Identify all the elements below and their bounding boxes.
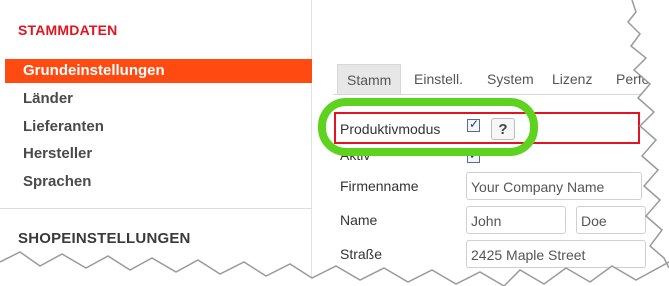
strasse-input[interactable]: 2425 Maple Street bbox=[466, 240, 646, 268]
tab-system[interactable]: System bbox=[487, 64, 534, 94]
tab-stamm[interactable]: Stamm bbox=[337, 64, 402, 95]
tab-lizenz[interactable]: Lizenz bbox=[552, 64, 592, 94]
sidebar-item-lieferanten[interactable]: Lieferanten bbox=[23, 116, 104, 138]
sidebar-item-laender[interactable]: Länder bbox=[23, 88, 73, 110]
section-title-stammdaten: STAMMDATEN bbox=[18, 22, 118, 38]
sidebar-item-label[interactable]: Grundeinstellungen bbox=[23, 60, 165, 82]
last-name-input[interactable]: Doe bbox=[576, 206, 646, 234]
sidebar-item-sprachen[interactable]: Sprachen bbox=[23, 171, 91, 193]
section-title-shopeinstellungen[interactable]: SHOPEINSTELLUNGEN bbox=[18, 230, 191, 247]
firmenname-input[interactable]: Your Company Name bbox=[466, 172, 642, 200]
strasse-label: Straße bbox=[340, 246, 383, 262]
annotation-green-highlight bbox=[318, 98, 538, 156]
first-name-input[interactable]: John bbox=[466, 206, 566, 234]
tabs-underline bbox=[333, 94, 669, 95]
tab-performance[interactable]: Perfo bbox=[616, 64, 649, 94]
tab-einstell[interactable]: Einstell. bbox=[414, 64, 463, 94]
name-label: Name bbox=[340, 212, 378, 228]
firmenname-label: Firmenname bbox=[340, 178, 419, 194]
sidebar-divider bbox=[0, 208, 312, 209]
sidebar-item-hersteller[interactable]: Hersteller bbox=[23, 143, 92, 165]
